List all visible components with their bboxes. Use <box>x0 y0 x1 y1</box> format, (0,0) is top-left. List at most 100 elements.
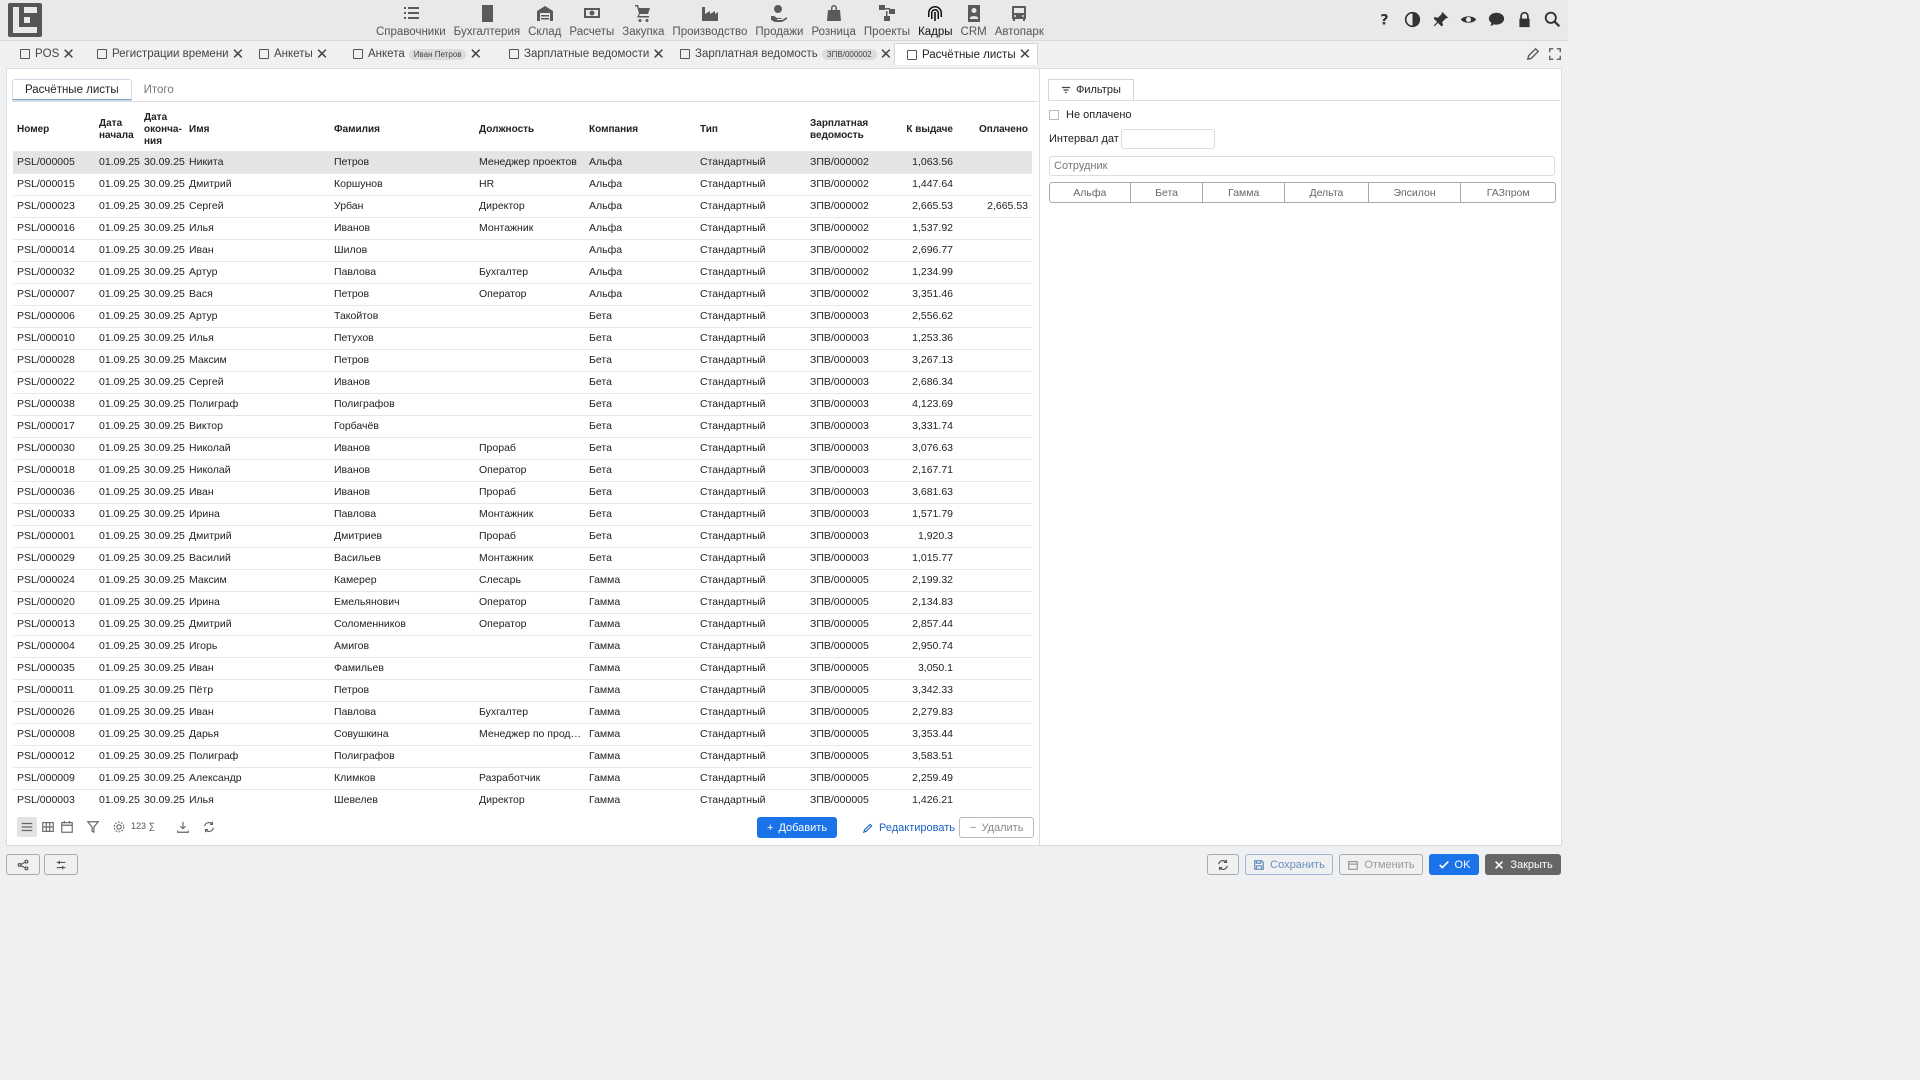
close-tab-icon[interactable]: ✕ <box>232 47 245 62</box>
subtab-totals[interactable]: Итого <box>132 79 186 101</box>
tab-pos[interactable]: POS ✕ <box>18 43 75 65</box>
tab-payroll[interactable]: Зарплатная ведомость ЗПВ/000002 ✕ <box>678 43 892 65</box>
close-tab-icon[interactable]: ✕ <box>652 47 665 62</box>
share-button[interactable] <box>6 854 40 875</box>
refresh-icon[interactable] <box>201 819 217 835</box>
table-row[interactable]: PSL/000008 01.09.25 30.09.25 Дарья Совушкина… <box>13 722 1032 745</box>
pin-icon[interactable] <box>1431 10 1450 29</box>
table-row[interactable]: PSL/000035 01.09.25 30.09.25 Иван Фамильев Га… <box>13 656 1032 679</box>
reload-button[interactable] <box>1207 854 1239 875</box>
table-row[interactable]: PSL/000013 01.09.25 30.09.25 Дмитрий Соломен… <box>13 612 1032 635</box>
nav-item-network[interactable]: Проекты <box>860 0 914 41</box>
column-header[interactable]: К выдаче <box>894 109 957 151</box>
fullscreen-icon[interactable] <box>1548 47 1562 64</box>
edit-pencil-icon[interactable] <box>1526 47 1540 64</box>
table-row[interactable]: PSL/000028 01.09.25 30.09.25 Максим Петров Бе… <box>13 348 1032 371</box>
table-row[interactable]: PSL/000014 01.09.25 30.09.25 Иван Шилов Альфа… <box>13 238 1032 261</box>
nav-item-hand-money[interactable]: Продажи <box>751 0 807 41</box>
company-filter-epsilon[interactable]: Эпсилон <box>1367 183 1461 202</box>
table-row[interactable]: PSL/000018 01.09.25 30.09.25 Николай Иванов О… <box>13 458 1032 481</box>
eye-icon[interactable] <box>1459 10 1478 29</box>
table-row[interactable]: PSL/000030 01.09.25 30.09.25 Николай Иванов П… <box>13 436 1032 459</box>
layout-settings-button[interactable] <box>44 854 78 875</box>
close-tab-icon[interactable]: ✕ <box>469 47 482 62</box>
column-header[interactable]: Оплачено <box>957 109 1032 151</box>
nav-item-ledger[interactable]: Бухгалтерия <box>450 0 524 41</box>
app-logo[interactable] <box>8 3 42 37</box>
table-row[interactable]: PSL/000012 01.09.25 30.09.25 Полиграф Полигр… <box>13 744 1032 767</box>
company-filter-delta[interactable]: Дельта <box>1284 183 1368 202</box>
edit-button[interactable]: Редактировать <box>853 817 965 838</box>
theme-toggle-icon[interactable] <box>1403 10 1422 29</box>
column-header[interactable]: Должность <box>475 109 585 151</box>
nav-item-crm[interactable]: CRM <box>957 0 991 41</box>
subtab-payslips[interactable]: Расчётные листы <box>12 79 132 101</box>
close-button[interactable]: Закрыть <box>1485 854 1561 875</box>
calendar-view-icon[interactable] <box>59 819 75 835</box>
column-header[interactable]: Фамилия <box>330 109 475 151</box>
company-filter-gamma[interactable]: Гамма <box>1202 183 1284 202</box>
close-tab-icon[interactable]: ✕ <box>316 47 329 62</box>
table-row[interactable]: PSL/000016 01.09.25 30.09.25 Илья Иванов Монт… <box>13 216 1032 239</box>
table-row[interactable]: PSL/000022 01.09.25 30.09.25 Сергей Иванов Бе… <box>13 370 1032 393</box>
tab-questionnaires[interactable]: Анкеты ✕ <box>257 43 328 65</box>
table-row[interactable]: PSL/000020 01.09.25 30.09.25 Ирина Емельянов… <box>13 590 1032 613</box>
unpaid-filter[interactable]: Не оплачено <box>1049 109 1132 121</box>
company-filter-gazprom[interactable]: ГАЗпром <box>1460 183 1555 202</box>
table-row[interactable]: PSL/000010 01.09.25 30.09.25 Илья Петухов Бет… <box>13 326 1032 349</box>
employee-input[interactable]: Сотрудник <box>1049 156 1555 176</box>
close-tab-icon[interactable]: ✕ <box>1019 47 1032 62</box>
column-header[interactable]: Имя <box>185 109 330 151</box>
table-row[interactable]: PSL/000024 01.09.25 30.09.25 Максим Камерер С… <box>13 568 1032 591</box>
date-interval-input[interactable] <box>1121 129 1215 149</box>
unpaid-checkbox[interactable] <box>1049 110 1059 120</box>
table-row[interactable]: PSL/000032 01.09.25 30.09.25 Артур Павлова Бу… <box>13 260 1032 283</box>
table-row[interactable]: PSL/000026 01.09.25 30.09.25 Иван Павлова Бух… <box>13 700 1032 723</box>
table-row[interactable]: PSL/000029 01.09.25 30.09.25 Василий Василье… <box>13 546 1032 569</box>
nav-item-cart[interactable]: Закупка <box>618 0 668 41</box>
nav-item-factory[interactable]: Производство <box>668 0 751 41</box>
chat-icon[interactable] <box>1487 10 1506 29</box>
ok-button[interactable]: OK <box>1429 854 1479 875</box>
table-row[interactable]: PSL/000011 01.09.25 30.09.25 Пётр Петров Гамм… <box>13 678 1032 701</box>
table-row[interactable]: PSL/000038 01.09.25 30.09.25 Полиграф Полигр… <box>13 392 1032 415</box>
nav-item-warehouse[interactable]: Склад <box>524 0 565 41</box>
table-row[interactable]: PSL/000017 01.09.25 30.09.25 Виктор Горбачёв… <box>13 414 1032 437</box>
help-icon[interactable]: ? <box>1375 10 1394 29</box>
close-tab-icon[interactable]: ✕ <box>880 47 893 62</box>
lock-icon[interactable] <box>1515 10 1534 29</box>
search-icon[interactable] <box>1543 10 1562 29</box>
table-row[interactable]: PSL/000015 01.09.25 30.09.25 Дмитрий Коршуно… <box>13 172 1032 195</box>
grid-view-icon[interactable] <box>40 819 56 835</box>
column-header[interactable]: Дата начала <box>95 109 140 151</box>
panel-divider[interactable] <box>1039 69 1040 845</box>
table-row[interactable]: PSL/000004 01.09.25 30.09.25 Игорь Амигов Гам… <box>13 634 1032 657</box>
save-button[interactable]: Сохранить <box>1245 854 1333 875</box>
tab-questionnaire[interactable]: Анкета Иван Петров ✕ <box>351 43 482 65</box>
column-header[interactable]: Компания <box>585 109 696 151</box>
tab-payrolls[interactable]: Зарплатные ведомости ✕ <box>507 43 665 65</box>
nav-item-fingerprint[interactable]: Кадры <box>914 0 956 41</box>
settings-gear-icon[interactable] <box>111 819 127 835</box>
nav-item-money[interactable]: Расчеты <box>565 0 618 41</box>
column-header[interactable]: Дата оконча­ния <box>140 109 185 151</box>
column-header[interactable]: Номер <box>13 109 95 151</box>
list-view-icon[interactable] <box>17 817 37 837</box>
table-row[interactable]: PSL/000005 01.09.25 30.09.25 Никита Петров Ме… <box>13 150 1032 173</box>
table-row[interactable]: PSL/000001 01.09.25 30.09.25 Дмитрий Дмитрие… <box>13 524 1032 547</box>
column-header[interactable]: Тип <box>696 109 806 151</box>
table-row[interactable]: PSL/000033 01.09.25 30.09.25 Ирина Павлова Мо… <box>13 502 1032 525</box>
nav-item-bag[interactable]: Розница <box>807 0 859 41</box>
filters-tab[interactable]: Фильтры <box>1048 79 1134 101</box>
filter-icon[interactable] <box>85 819 101 835</box>
table-row[interactable]: PSL/000023 01.09.25 30.09.25 Сергей Урбан Дир… <box>13 194 1032 217</box>
company-filter-alpha[interactable]: Альфа <box>1050 183 1130 202</box>
table-row[interactable]: PSL/000009 01.09.25 30.09.25 Александр Климк… <box>13 766 1032 789</box>
add-button[interactable]: + Добавить <box>757 817 838 838</box>
count-sum-toggle[interactable]: 123 ∑ <box>131 821 155 831</box>
delete-button[interactable]: − Удалить <box>959 817 1035 838</box>
download-icon[interactable] <box>175 819 191 835</box>
table-row[interactable]: PSL/000003 01.09.25 30.09.25 Илья Шевелев Дир… <box>13 788 1032 811</box>
column-header[interactable]: Зарплатная ведомость <box>806 109 894 151</box>
cancel-button[interactable]: Отменить <box>1339 854 1423 875</box>
